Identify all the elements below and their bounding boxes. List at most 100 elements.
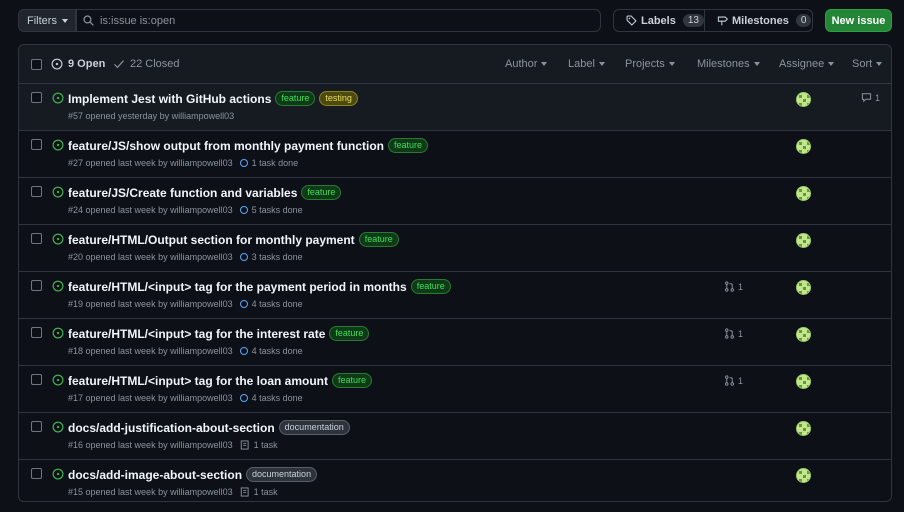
issue-checkbox[interactable] xyxy=(31,92,42,103)
linked-pr[interactable]: 1 xyxy=(724,375,743,386)
issue-label-feature[interactable]: feature xyxy=(358,232,399,247)
task-status[interactable]: 4 tasks done xyxy=(252,299,303,309)
milestones-button[interactable]: Milestones 0 xyxy=(704,9,813,32)
issue-row[interactable]: feature/JS/show output from monthly paym… xyxy=(19,131,891,178)
milestones-filter[interactable]: Milestones xyxy=(697,58,760,70)
issue-row[interactable]: feature/HTML/<input> tag for the loan am… xyxy=(19,366,891,413)
issue-checkbox[interactable] xyxy=(31,468,42,479)
task-progress-icon xyxy=(239,206,248,214)
issue-row[interactable]: feature/JS/Create function and variables… xyxy=(19,178,891,225)
issue-row[interactable]: feature/HTML/Output section for monthly … xyxy=(19,225,891,272)
issue-label-testing[interactable]: testing xyxy=(319,91,358,106)
issue-label-feature[interactable]: feature xyxy=(410,279,451,294)
issue-title-line: feature/JS/show output from monthly paym… xyxy=(68,138,429,153)
task-status[interactable]: 1 task xyxy=(254,487,278,497)
issue-row[interactable]: feature/HTML/<input> tag for the interes… xyxy=(19,319,891,366)
open-issues-tab[interactable]: 9 Open xyxy=(51,58,105,70)
search-box[interactable] xyxy=(76,9,601,32)
assignee-avatar[interactable] xyxy=(796,374,811,389)
issue-checkbox[interactable] xyxy=(31,327,42,338)
issue-checkbox[interactable] xyxy=(31,421,42,432)
chevron-down-icon xyxy=(828,62,835,66)
assignee-avatar[interactable] xyxy=(796,327,811,342)
issue-title[interactable]: feature/JS/Create function and variables xyxy=(68,186,297,200)
chevron-down-icon xyxy=(668,62,675,66)
issue-label-documentation[interactable]: documentation xyxy=(246,467,318,482)
assignee-avatar[interactable] xyxy=(796,92,811,107)
issue-opened-icon xyxy=(52,186,64,198)
issue-checkbox[interactable] xyxy=(31,374,42,385)
issue-label-documentation[interactable]: documentation xyxy=(278,420,350,435)
assignee-avatar[interactable] xyxy=(796,186,811,201)
assignee-filter[interactable]: Assignee xyxy=(779,58,835,70)
issue-label-feature[interactable]: feature xyxy=(301,185,342,200)
sort-filter[interactable]: Sort xyxy=(852,58,883,70)
task-status[interactable]: 1 task xyxy=(254,440,278,450)
issue-checkbox[interactable] xyxy=(31,233,42,244)
chevron-down-icon xyxy=(876,62,883,66)
issue-row[interactable]: docs/add-justification-about-section doc… xyxy=(19,413,891,460)
search-input[interactable] xyxy=(100,14,580,27)
task-status[interactable]: 3 tasks done xyxy=(252,252,303,262)
issue-label-feature[interactable]: feature xyxy=(332,373,373,388)
identicon-icon xyxy=(799,283,810,294)
issue-meta: #57 opened yesterday by williampowell03 xyxy=(68,111,234,121)
issue-opened-info: #24 opened last week by williampowell03 xyxy=(68,205,233,215)
issue-row[interactable]: docs/add-image-about-section documentati… xyxy=(19,460,891,501)
labels-button[interactable]: Labels 13 xyxy=(613,9,705,32)
select-all-checkbox[interactable] xyxy=(31,59,42,70)
linked-pr[interactable]: 1 xyxy=(724,281,743,292)
assignee-avatar[interactable] xyxy=(796,280,811,295)
issue-title-line: feature/HTML/Output section for monthly … xyxy=(68,232,399,247)
issue-opened-icon xyxy=(52,139,64,151)
task-status[interactable]: 5 tasks done xyxy=(252,205,303,215)
assignee-avatar[interactable] xyxy=(796,468,811,483)
closed-issues-tab[interactable]: 22 Closed xyxy=(113,58,180,70)
issue-label-feature[interactable]: feature xyxy=(388,138,429,153)
issue-title[interactable]: feature/HTML/<input> tag for the loan am… xyxy=(68,374,328,388)
issue-label-feature[interactable]: feature xyxy=(329,326,370,341)
projects-filter[interactable]: Projects xyxy=(625,58,675,70)
new-issue-button[interactable]: New issue xyxy=(825,9,892,32)
issue-opened-icon xyxy=(52,233,64,245)
tag-icon xyxy=(626,15,637,26)
issue-opened-info: #17 opened last week by williampowell03 xyxy=(68,393,233,403)
linked-pr-count: 1 xyxy=(738,328,744,339)
task-status[interactable]: 4 tasks done xyxy=(252,346,303,356)
label-filter[interactable]: Label xyxy=(568,58,605,70)
task-status[interactable]: 1 task done xyxy=(252,158,299,168)
author-filter[interactable]: Author xyxy=(505,58,548,70)
assignee-avatar[interactable] xyxy=(796,421,811,436)
search-icon xyxy=(83,15,94,26)
assignee-avatar[interactable] xyxy=(796,139,811,154)
issue-checkbox[interactable] xyxy=(31,280,42,291)
linked-pr-count: 1 xyxy=(738,281,744,292)
issue-row[interactable]: Implement Jest with GitHub actions featu… xyxy=(19,84,891,131)
task-progress-icon xyxy=(239,347,248,355)
checklist-icon xyxy=(240,487,249,497)
issue-checkbox[interactable] xyxy=(31,186,42,197)
issue-title[interactable]: feature/HTML/Output section for monthly … xyxy=(68,233,355,247)
labels-count: 13 xyxy=(682,14,704,27)
issue-title[interactable]: feature/HTML/<input> tag for the interes… xyxy=(68,327,325,341)
task-progress-icon xyxy=(239,253,248,261)
issue-title[interactable]: docs/add-image-about-section xyxy=(68,468,242,482)
issue-meta: #24 opened last week by williampowell03 … xyxy=(68,205,303,215)
issue-label-feature[interactable]: feature xyxy=(275,91,316,106)
issue-checkbox[interactable] xyxy=(31,139,42,150)
linked-pr-count: 1 xyxy=(738,375,744,386)
comments-link[interactable]: 1 xyxy=(861,92,880,103)
issue-title[interactable]: Implement Jest with GitHub actions xyxy=(68,92,271,106)
issue-title[interactable]: feature/JS/show output from monthly paym… xyxy=(68,139,384,153)
issue-opened-info: #19 opened last week by williampowell03 xyxy=(68,299,233,309)
chevron-down-icon xyxy=(753,62,760,66)
task-status[interactable]: 4 tasks done xyxy=(252,393,303,403)
filters-button[interactable]: Filters xyxy=(18,9,76,32)
issue-row[interactable]: feature/HTML/<input> tag for the payment… xyxy=(19,272,891,319)
linked-pr[interactable]: 1 xyxy=(724,328,743,339)
assignee-avatar[interactable] xyxy=(796,233,811,248)
issue-title[interactable]: docs/add-justification-about-section xyxy=(68,421,275,435)
issue-title[interactable]: feature/HTML/<input> tag for the payment… xyxy=(68,280,407,294)
issue-meta: #17 opened last week by williampowell03 … xyxy=(68,393,303,403)
issue-opened-info: #16 opened last week by williampowell03 xyxy=(68,440,233,450)
